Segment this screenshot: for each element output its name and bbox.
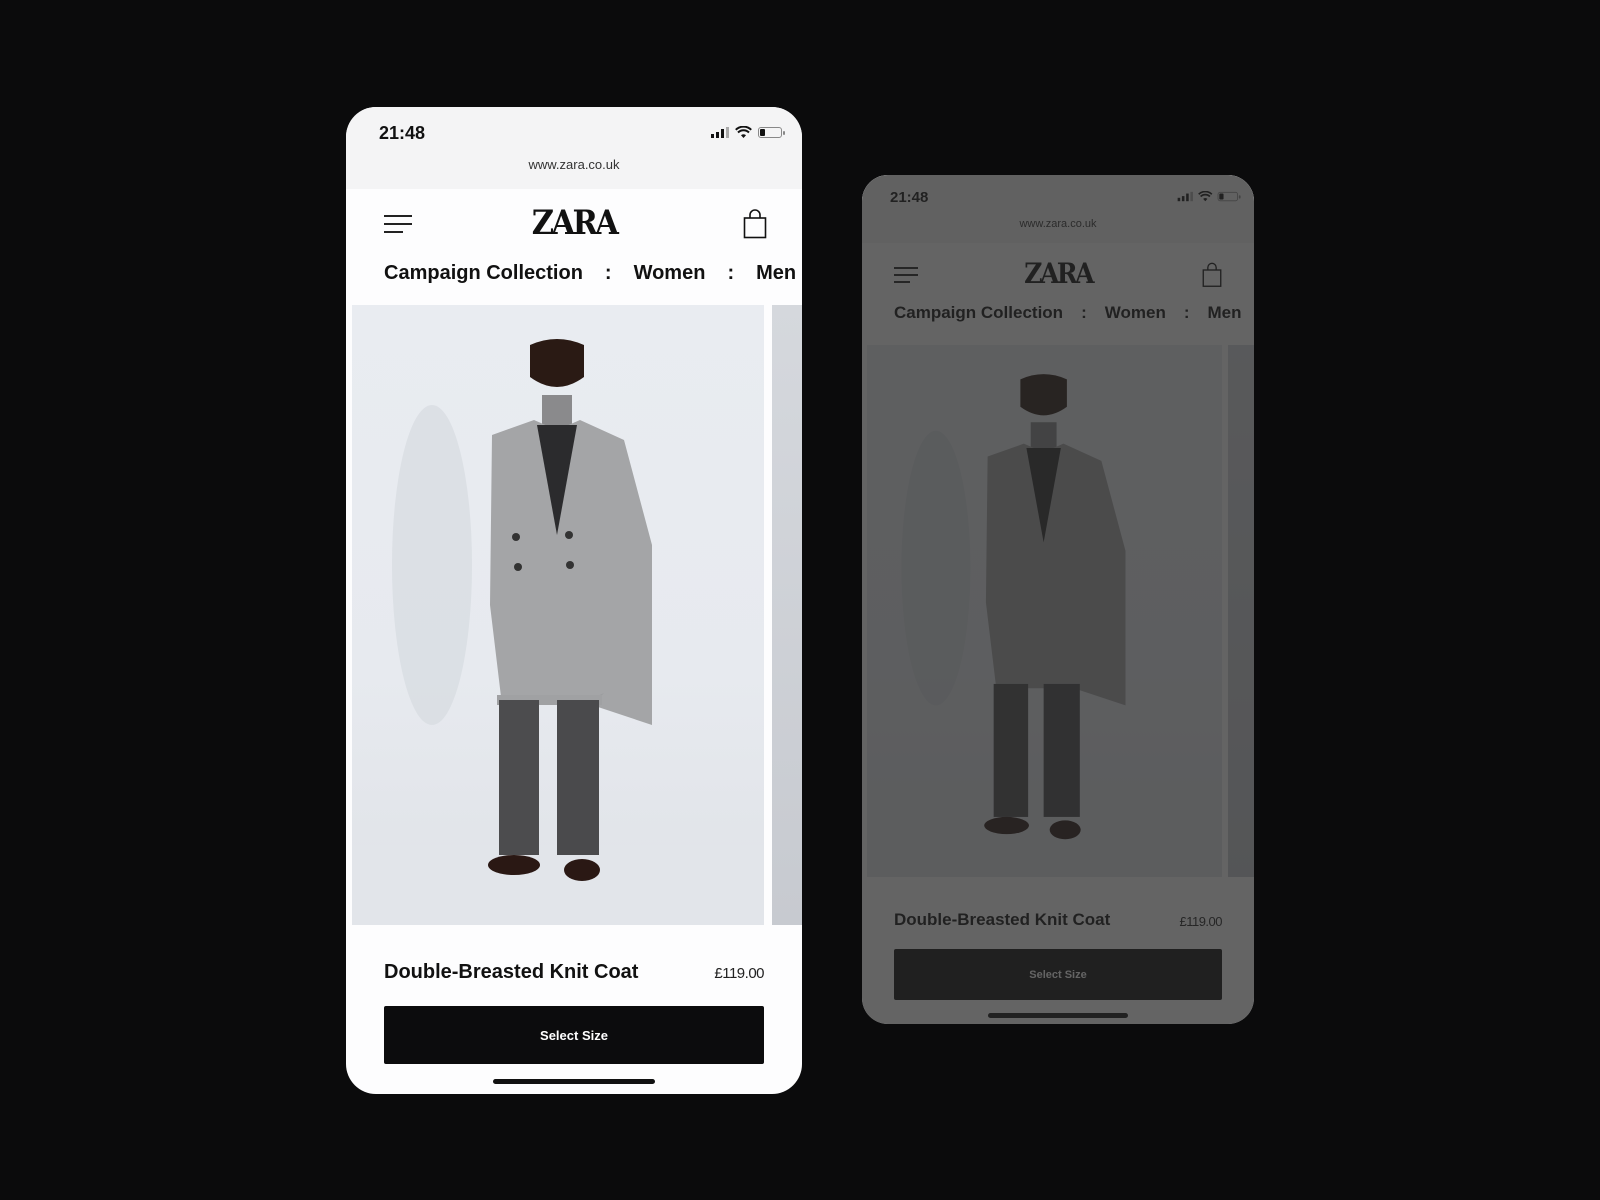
- browser-status-bar: 21:48 www.zara.co.uk: [862, 175, 1254, 243]
- product-title[interactable]: Double-Breasted Knit Coat: [384, 961, 638, 984]
- address-bar-url: www.zara.co.uk: [1019, 218, 1097, 230]
- product-title: Double-Breasted Knit Coat: [894, 910, 1111, 929]
- next-product-image-peek: [1228, 345, 1254, 877]
- product-image[interactable]: [352, 305, 764, 925]
- nav-item-men[interactable]: Men: [756, 262, 796, 285]
- category-nav: Campaign Collection : Women : Men: [384, 262, 796, 285]
- nav-item-women[interactable]: Women: [634, 262, 706, 285]
- shopping-bag-icon: [1202, 262, 1222, 287]
- browser-status-bar: 21:48 www.zara.co.uk: [346, 107, 802, 189]
- nav-separator: :: [604, 262, 612, 284]
- model-figure: [352, 339, 764, 925]
- select-size-button[interactable]: Select Size: [384, 1006, 764, 1064]
- wifi-icon: [1198, 191, 1213, 202]
- select-size-button: Select Size: [894, 949, 1222, 1000]
- nav-separator: :: [1183, 303, 1190, 322]
- nav-separator: :: [1081, 303, 1087, 322]
- signal-icon: [711, 127, 729, 138]
- zara-logo: ZARA: [1024, 257, 1094, 290]
- phone-screen-ghost: 21:48 www.zara.co.uk ZARA Campaign Colle…: [862, 175, 1254, 1024]
- home-indicator: [988, 1013, 1128, 1018]
- shopping-bag-icon[interactable]: [743, 209, 767, 239]
- next-product-image-peek[interactable]: [772, 305, 802, 925]
- nav-item-campaign-collection[interactable]: Campaign Collection: [384, 262, 583, 285]
- nav-item-campaign-collection: Campaign Collection: [894, 303, 1064, 322]
- model-figure: [867, 374, 1222, 877]
- category-nav: Campaign Collection : Women : Men: [894, 303, 1242, 323]
- nav-separator: :: [727, 262, 735, 284]
- home-indicator[interactable]: [493, 1079, 655, 1084]
- battery-icon: [758, 127, 785, 138]
- status-time: 21:48: [379, 123, 426, 143]
- address-bar-url[interactable]: www.zara.co.uk: [346, 157, 802, 172]
- nav-item-women: Women: [1104, 303, 1166, 322]
- nav-item-men: Men: [1207, 303, 1242, 322]
- status-time: 21:48: [890, 189, 929, 206]
- product-image: [867, 345, 1222, 877]
- product-price: £119.00: [1179, 914, 1222, 929]
- wifi-icon: [735, 126, 752, 138]
- signal-icon: [1177, 191, 1193, 202]
- status-icons: [711, 126, 785, 139]
- battery-icon: [1217, 191, 1241, 202]
- product-price: £119.00: [714, 965, 764, 982]
- phone-screen-main: 21:48 www.zara.co.uk ZARA Campaign Colle…: [346, 107, 802, 1094]
- zara-logo[interactable]: ZARA: [369, 203, 779, 243]
- status-icons: [1177, 191, 1241, 202]
